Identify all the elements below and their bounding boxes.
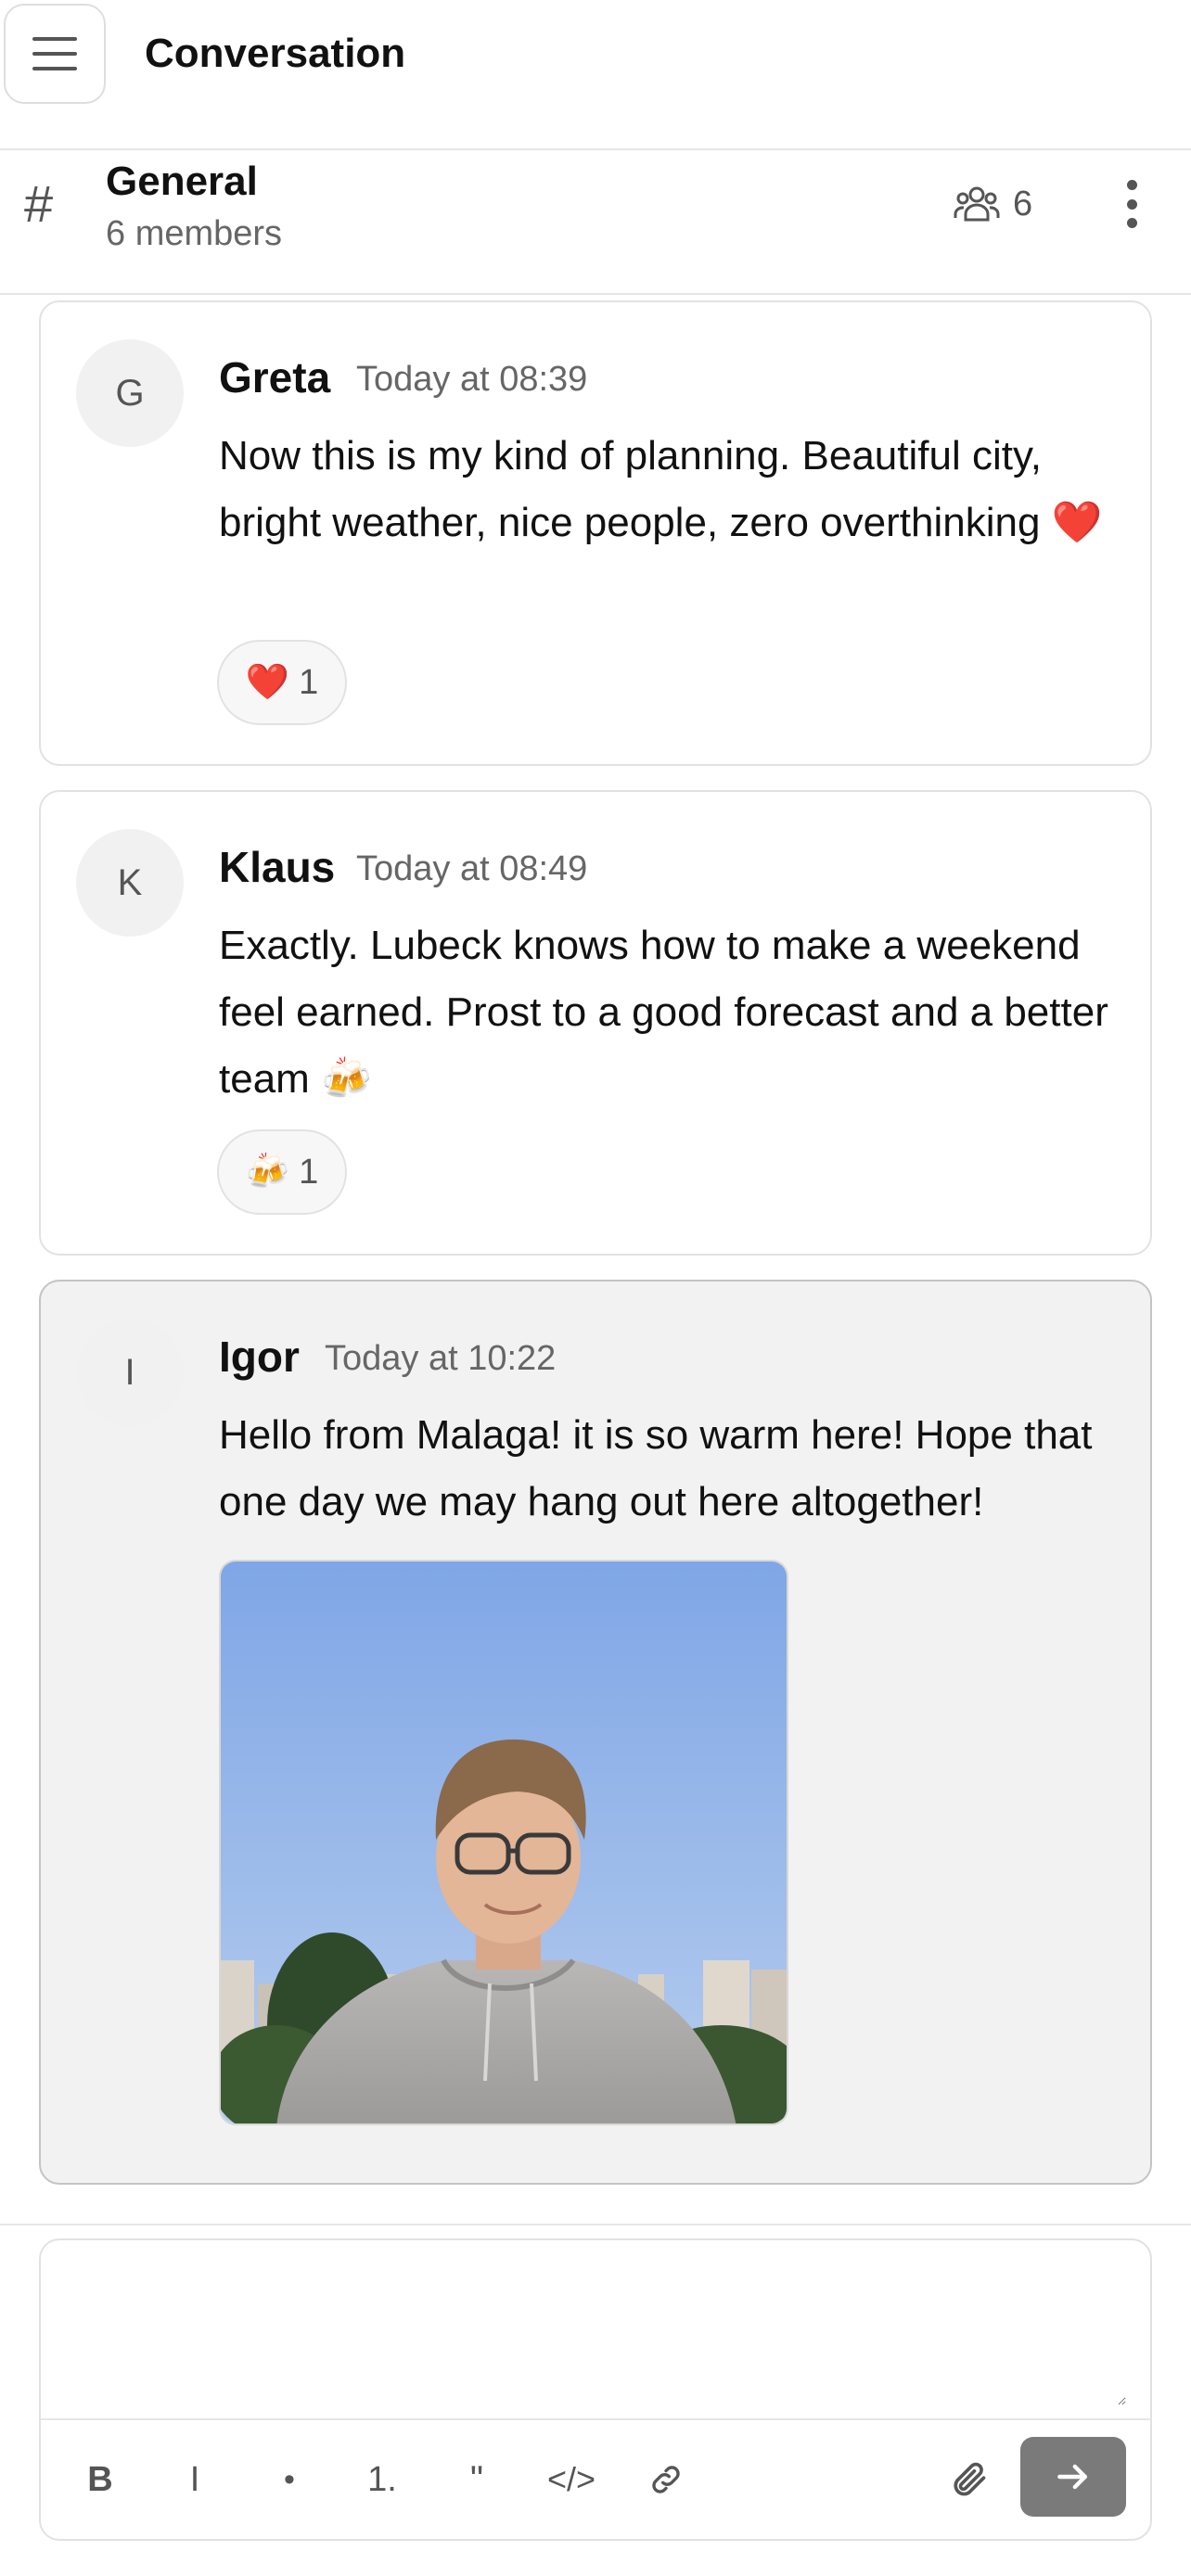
more-options-button[interactable] — [1113, 176, 1150, 232]
link-button[interactable] — [640, 2444, 692, 2515]
message-timestamp: Today at 08:39 — [356, 360, 588, 399]
kebab-icon — [1126, 180, 1137, 190]
bold-button[interactable]: B — [74, 2444, 126, 2515]
members-button[interactable]: 6 — [954, 182, 1032, 226]
message-timestamp: Today at 10:22 — [325, 1339, 557, 1378]
member-count: 6 — [1013, 184, 1033, 223]
photo-illustration — [221, 1562, 787, 2123]
heart-emoji-icon: ❤️ — [245, 663, 290, 702]
channel-name: General — [106, 159, 258, 204]
code-button[interactable]: </> — [534, 2444, 608, 2515]
attach-button[interactable] — [941, 2444, 996, 2515]
message-author[interactable]: Greta — [219, 351, 330, 404]
message-timestamp: Today at 08:49 — [356, 849, 588, 888]
toolbar-divider — [41, 2418, 1150, 2420]
message-text: Exactly. Lubeck knows how to make a week… — [219, 923, 1108, 1102]
message-text: Hello from Malaga! it is so warm here! H… — [219, 1412, 1093, 1524]
composer-divider — [0, 2224, 1191, 2225]
beer-emoji-icon: 🍻 — [245, 1153, 290, 1192]
reaction-count: 1 — [299, 1152, 319, 1192]
channel-hash-icon: # — [24, 174, 54, 233]
reaction-chip[interactable]: ❤️ 1 — [217, 640, 347, 725]
link-icon — [652, 2466, 680, 2493]
reaction-count: 1 — [299, 662, 319, 702]
avatar[interactable]: G — [76, 339, 184, 447]
bullet-list-button[interactable]: • — [263, 2444, 315, 2515]
avatar[interactable]: I — [76, 1319, 184, 1426]
paperclip-icon — [954, 2462, 986, 2496]
arrow-right-icon — [1057, 2464, 1088, 2490]
message-author[interactable]: Klaus — [219, 840, 335, 894]
message-text: Now this is my kind of planning. Beautif… — [219, 433, 1103, 545]
message-input[interactable] — [65, 2263, 1126, 2405]
send-button[interactable] — [1020, 2437, 1126, 2517]
quote-button[interactable]: " — [451, 2444, 503, 2515]
message-image[interactable] — [219, 1560, 788, 2125]
message-author[interactable]: Igor — [219, 1330, 300, 1384]
numbered-list-button[interactable]: 1. — [354, 2444, 410, 2515]
channel-member-summary: 6 members — [106, 214, 283, 253]
avatar[interactable]: K — [76, 829, 184, 937]
hamburger-icon — [32, 37, 77, 70]
menu-button[interactable] — [4, 4, 106, 104]
app-title: Conversation — [145, 31, 406, 76]
reaction-chip[interactable]: 🍻 1 — [217, 1129, 347, 1215]
people-icon — [954, 186, 1000, 222]
italic-button[interactable]: I — [169, 2444, 221, 2515]
